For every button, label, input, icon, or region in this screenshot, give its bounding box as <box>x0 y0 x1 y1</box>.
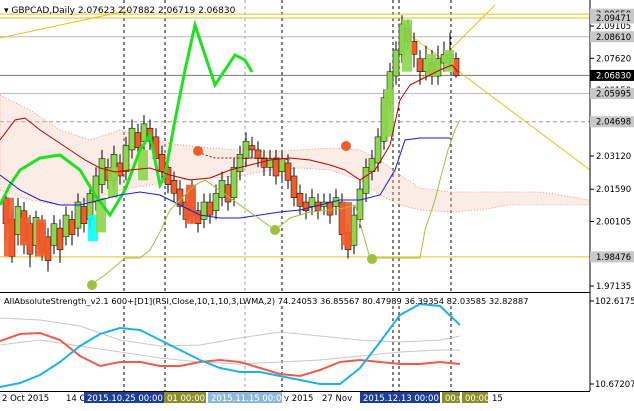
time-highlight-label: 01 00:00 <box>167 394 205 404</box>
candle-body <box>290 175 298 198</box>
time-label: 14 O <box>66 394 87 404</box>
candle-body <box>326 201 334 216</box>
price-tick-label: 1.97135 <box>596 282 631 292</box>
signal-block <box>402 19 412 72</box>
candle-body <box>224 184 232 203</box>
price-tick-label: 2.07620 <box>596 54 631 64</box>
signal-dot <box>341 141 351 151</box>
candle-body <box>134 132 142 148</box>
candle-body <box>236 154 244 172</box>
candle-body <box>50 223 58 246</box>
candle-body <box>374 136 382 164</box>
signal-block <box>384 89 394 137</box>
time-highlight-label: 2015.11.15 00:00 <box>211 394 287 404</box>
time-label: 2 Oct 2015 <box>2 394 49 404</box>
candle-body <box>416 58 424 72</box>
signal-block <box>20 217 30 246</box>
indicator-header: AllAbsoluteStrength_v2.1 600+[D1](RSI,Cl… <box>4 296 528 306</box>
price-level-label: 1.98476 <box>596 253 631 263</box>
candle-body <box>230 167 238 198</box>
candle-body <box>212 193 220 211</box>
price-tick-label: 2.00105 <box>596 217 631 227</box>
price-level-label: 2.08610 <box>596 33 631 43</box>
indicator-tick-label: 102.6175 <box>595 297 634 307</box>
chart-window[interactable]: ▾ GBPCAD,Daily 2.07623 2.07882 2.06719 2… <box>0 0 634 411</box>
indicator-axis[interactable]: 102.6175 10.67207 <box>590 297 634 390</box>
candle-body <box>272 158 280 177</box>
candle-body <box>392 49 400 77</box>
candle-body <box>62 214 70 238</box>
signal-block <box>36 219 46 257</box>
price-tick-label: 2.03120 <box>596 152 631 162</box>
candle-body <box>254 149 262 159</box>
signal-block <box>444 50 454 72</box>
candle-body <box>368 158 376 172</box>
time-label: v 2015 <box>284 394 313 404</box>
candle-body <box>170 180 178 194</box>
candle-body <box>248 145 256 151</box>
candle-body <box>80 206 88 225</box>
candle-body <box>278 158 286 172</box>
time-highlight-label: 2015.10.25 00:00 <box>87 394 163 404</box>
signal-dot <box>270 225 280 235</box>
candle-body <box>332 197 340 207</box>
candle-body <box>56 227 64 251</box>
candle-body <box>200 201 208 220</box>
time-label: 27 Nov <box>322 394 352 404</box>
price-axis[interactable]: 2.091052.076202.061502.046802.031202.015… <box>590 8 634 292</box>
candle-body <box>128 127 136 151</box>
signal-block <box>4 197 14 257</box>
signal-dot <box>193 146 203 156</box>
price-level-label: 2.05995 <box>596 90 631 100</box>
price-level-label: 2.06830 <box>596 71 631 81</box>
candle-body <box>296 193 304 207</box>
indicator-tick-label: 10.67207 <box>595 380 634 390</box>
time-axis[interactable]: 2 Oct 2015 14 O v 2015 27 Nov 15 2015.10.25 0… <box>2 392 503 404</box>
time-highlight-label: 00:0 <box>445 394 464 404</box>
price-level-label: 2.09471 <box>596 14 631 24</box>
candle-body <box>74 201 82 229</box>
signal-dot <box>367 254 377 264</box>
time-highlight-label: 00:00 <box>465 394 490 404</box>
ohlc-values: 2.07623 2.07882 2.06719 2.06830 <box>78 6 236 16</box>
time-label: 15 <box>492 394 503 404</box>
candle-body <box>68 219 76 235</box>
signal-dot <box>87 280 97 290</box>
candle-body <box>242 140 250 159</box>
candle-body <box>98 158 106 185</box>
candle-body <box>206 201 214 216</box>
candle-body <box>284 162 292 181</box>
candle-body <box>362 167 370 194</box>
price-level-label: 2.04698 <box>596 118 631 128</box>
symbol-header: ▾ GBPCAD,Daily 2.07623 2.07882 2.06719 2… <box>4 6 236 16</box>
candle-body <box>260 158 268 168</box>
candle-body <box>122 145 130 172</box>
candle-body <box>218 180 226 198</box>
symbol-label: GBPCAD,Daily <box>11 6 75 16</box>
candle-body <box>158 154 166 172</box>
signal-block <box>186 184 196 224</box>
price-tick-label: 2.01590 <box>596 185 631 195</box>
candle-body <box>308 197 316 207</box>
time-highlight-label: 2015.12.13 00:00 <box>363 394 439 404</box>
chart-menu-arrow-icon: ▾ <box>4 6 11 16</box>
